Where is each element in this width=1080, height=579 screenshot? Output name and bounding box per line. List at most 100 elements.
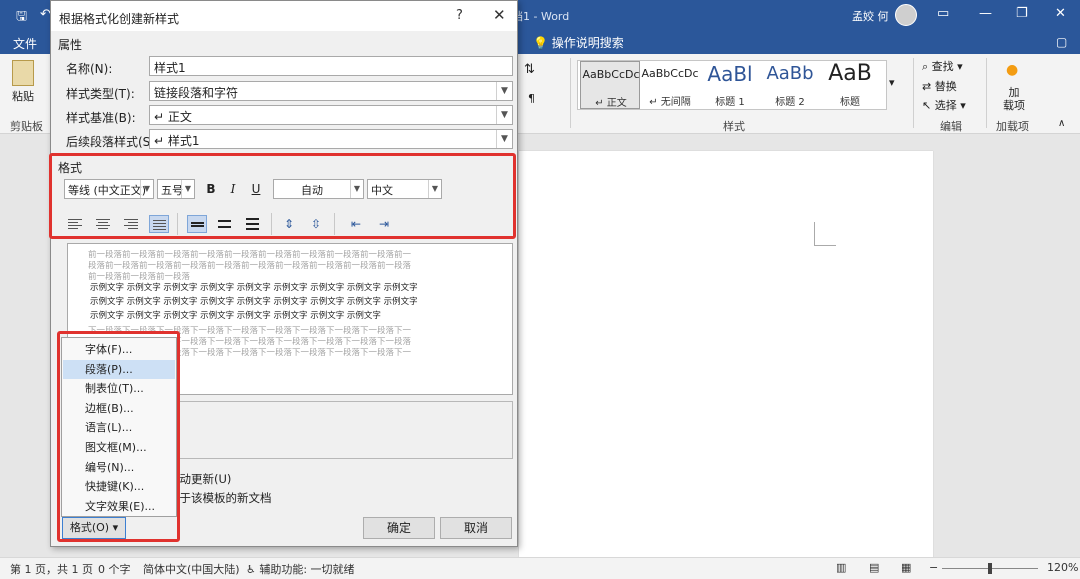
align-left-icon[interactable] (65, 215, 85, 233)
new-documents-option[interactable]: 基于该模板的新文档 (168, 490, 272, 506)
collapse-ribbon-icon[interactable]: ∧ (1058, 118, 1065, 129)
paste-icon[interactable] (12, 60, 34, 86)
chevron-down-icon: ▼ (496, 106, 512, 124)
name-field[interactable]: 样式1 (149, 56, 513, 76)
word-count[interactable]: 0 个字 (98, 561, 131, 577)
chevron-down-icon: ▼ (140, 180, 153, 198)
close-window-icon[interactable]: ✕ (1055, 6, 1066, 21)
editing-group-label: 编辑 (940, 120, 962, 133)
minimize-icon[interactable]: — (979, 6, 992, 21)
close-icon[interactable]: ✕ (493, 6, 506, 24)
accessibility-status[interactable]: ♿ 辅助功能: 一切就绪 (246, 561, 355, 577)
preview-sample-text: 示例文字 示例文字 示例文字 示例文字 示例文字 示例文字 示例文字 示例文字 … (90, 283, 418, 293)
decrease-indent-icon[interactable]: ⇤ (347, 215, 365, 233)
print-layout-icon[interactable]: ▤ (869, 561, 879, 574)
font-color-select[interactable]: 自动 ▼ (273, 179, 364, 199)
style-based-on-select[interactable]: ↵ 正文 ▼ (149, 105, 513, 125)
style-based-on-label: 样式基准(B): (66, 111, 136, 125)
user-name[interactable]: 孟姣 何 (852, 8, 889, 24)
styles-group-label: 样式 (723, 120, 745, 133)
preview-previous-paragraph: 段落前一段落前一段落前一段落前一段落前一段落前一段落前一段落前一段落前一段落 (88, 261, 412, 271)
style-no-spacing[interactable]: AaBbCcDc ↵ 无间隔 (640, 61, 700, 109)
addins-icon[interactable]: ● (1006, 62, 1018, 78)
addins-button[interactable]: 加 载项 (1002, 86, 1026, 112)
page-count[interactable]: 第 1 页，共 1 页 (10, 561, 93, 577)
lightbulb-icon: 💡 (533, 36, 552, 50)
style-type-select[interactable]: 链接段落和字符 ▼ (149, 81, 513, 101)
line-spacing-icon[interactable]: ⇕ (280, 215, 298, 233)
ribbon-display-icon[interactable]: ▭ (937, 6, 949, 21)
language-status[interactable]: 简体中文(中国大陆) (143, 561, 240, 577)
align-right-icon[interactable] (121, 215, 141, 233)
increase-indent-icon[interactable]: ⇥ (375, 215, 393, 233)
select-button[interactable]: ↖ 选择 ▾ (922, 97, 966, 113)
style-normal[interactable]: AaBbCcDc ↵ 正文 (580, 61, 640, 109)
format-heading: 格式 (58, 161, 83, 175)
read-mode-icon[interactable]: ▥ (836, 561, 846, 574)
ok-button[interactable]: 确定 (363, 517, 435, 539)
comments-icon[interactable]: ▢ (1056, 35, 1067, 49)
double-spacing-icon[interactable] (243, 215, 263, 233)
sort-icon[interactable]: ⇅ (524, 62, 535, 77)
accessibility-icon: ♿ (246, 563, 260, 576)
toolbar-divider (271, 213, 272, 235)
next-style-label: 后续段落样式(S): (66, 135, 160, 149)
chevron-down-icon: ▼ (496, 130, 512, 148)
style-heading-2[interactable]: AaBb 标题 2 (760, 61, 820, 109)
toolbar-divider (334, 213, 335, 235)
help-button[interactable]: ? (456, 8, 463, 23)
search-icon: ⌕ (922, 60, 932, 73)
tab-file[interactable]: 文件 (13, 35, 37, 52)
one-half-spacing-icon[interactable] (215, 215, 235, 233)
zoom-out-icon[interactable]: − (929, 561, 938, 574)
document-page[interactable] (519, 151, 933, 561)
preview-sample-text: 示例文字 示例文字 示例文字 示例文字 示例文字 示例文字 示例文字 示例文字 (90, 311, 381, 321)
group-separator (913, 58, 914, 128)
toolbar-divider (177, 213, 178, 235)
margin-marker (814, 222, 836, 246)
find-button[interactable]: ⌕ 查找 ▾ (922, 58, 963, 74)
name-label: 名称(N): (66, 62, 113, 76)
cursor-icon: ↖ (922, 99, 935, 112)
language-select[interactable]: 中文 ▼ (367, 179, 442, 199)
paragraph-spacing-icon[interactable]: ⇳ (307, 215, 325, 233)
replace-button[interactable]: ⇄ 替换 (922, 78, 957, 94)
single-spacing-icon[interactable] (187, 215, 207, 233)
tell-me-search[interactable]: 💡 操作说明搜索 (533, 34, 624, 51)
format-menu-highlight (57, 331, 180, 542)
styles-gallery[interactable]: AaBbCcDc ↵ 正文 AaBbCcDc ↵ 无间隔 AaBl 标题 1 A… (577, 60, 887, 110)
zoom-slider-thumb[interactable] (988, 563, 992, 574)
cancel-button[interactable]: 取消 (440, 517, 512, 539)
preview-previous-paragraph: 前一段落前一段落前一段落 (88, 272, 191, 282)
document-title: 档1 - Word (512, 10, 570, 23)
save-icon[interactable]: 🖫 (16, 7, 27, 29)
next-style-select[interactable]: ↵ 样式1 ▼ (149, 129, 513, 149)
web-layout-icon[interactable]: ▦ (901, 561, 911, 574)
dialog-title-bar: 根据格式化创建新样式 ? ✕ (51, 1, 517, 31)
preview-previous-paragraph: 前一段落前一段落前一段落前一段落前一段落前一段落前一段落前一段落前一段落前一 (88, 250, 412, 260)
font-size-select[interactable]: 五号 ▼ (157, 179, 195, 199)
avatar[interactable] (895, 4, 917, 26)
justify-icon[interactable] (149, 215, 169, 233)
underline-button[interactable]: U (247, 180, 265, 198)
bold-button[interactable]: B (202, 180, 220, 198)
properties-heading: 属性 (58, 38, 83, 52)
restore-icon[interactable]: ❐ (1016, 6, 1028, 21)
chevron-down-icon: ▼ (350, 180, 363, 198)
font-name-select[interactable]: 等线 (中文正文) ▼ (64, 179, 154, 199)
chevron-down-icon: ▼ (496, 82, 512, 100)
preview-sample-text: 示例文字 示例文字 示例文字 示例文字 示例文字 示例文字 示例文字 示例文字 … (90, 297, 418, 307)
group-separator (986, 58, 987, 128)
addins-group-label: 加载项 (996, 120, 1029, 133)
paragraph-mark-icon[interactable]: ¶ (528, 92, 535, 105)
paste-button[interactable]: 粘贴 (12, 88, 34, 104)
italic-button[interactable]: I (224, 180, 242, 198)
align-center-icon[interactable] (93, 215, 113, 233)
clipboard-group-label: 剪贴板 (10, 120, 43, 133)
style-type-label: 样式类型(T): (66, 87, 135, 101)
style-title[interactable]: AaB 标题 (820, 61, 880, 109)
style-heading-1[interactable]: AaBl 标题 1 (700, 61, 760, 109)
styles-more-icon[interactable]: ▾ (889, 76, 895, 89)
zoom-level[interactable]: 120% (1047, 561, 1078, 574)
replace-icon: ⇄ (922, 80, 935, 93)
